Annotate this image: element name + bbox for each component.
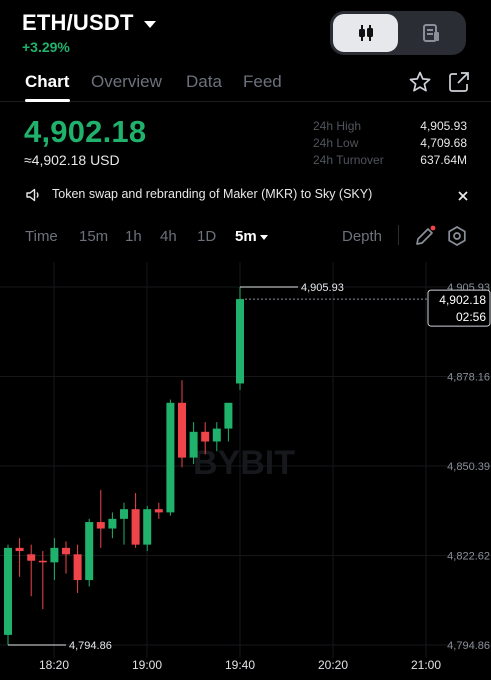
x-tick-label: 19:00 — [132, 658, 162, 672]
view-mode-switch — [330, 11, 466, 55]
stat-value: 4,905.93 — [420, 119, 467, 133]
watermark: BYBIT — [193, 444, 295, 482]
tab-bar: Chart Overview Data Feed — [0, 62, 491, 102]
candle-body — [62, 547, 70, 555]
last-price: 4,902.18 — [24, 114, 147, 149]
candle-body — [236, 299, 244, 384]
candle-body — [166, 402, 175, 513]
stat-label: 24h High — [313, 119, 362, 133]
candle-body — [120, 509, 128, 519]
timeframe-4h[interactable]: 4h — [160, 228, 177, 245]
top-header: ETH/USDT +3.29% — [0, 0, 491, 62]
stats-panel: 24h High 4,905.93 24h Low 4,709.68 24h T… — [313, 118, 467, 169]
tab-feed[interactable]: Feed — [243, 72, 282, 92]
candle-body — [73, 554, 82, 581]
document-icon — [422, 24, 439, 42]
stat-24h-turnover: 24h Turnover 637.64M — [313, 152, 467, 169]
candle-body — [212, 428, 221, 442]
tab-overview[interactable]: Overview — [91, 72, 162, 92]
low-marker-label: 4,794.86 — [69, 640, 112, 652]
price-chart[interactable]: BYBIT 4,905.93 4,878.16 4,850.39 4,822.62 4,… — [0, 258, 491, 680]
x-tick-label: 19:40 — [225, 658, 255, 672]
y-tick-label: 4,822.62 — [447, 551, 490, 563]
x-tick-label: 20:20 — [318, 658, 348, 672]
y-tick-label: 4,850.39 — [447, 461, 490, 473]
stat-24h-high: 24h High 4,905.93 — [313, 118, 467, 135]
x-tick-label: 18:20 — [39, 658, 69, 672]
timeframe-5m[interactable]: 5m — [235, 228, 268, 245]
candle-body — [201, 431, 210, 442]
x-tick-label: 21:00 — [411, 658, 441, 672]
candle-body — [131, 509, 140, 545]
candle-body — [38, 560, 47, 563]
draw-pencil-icon[interactable] — [413, 224, 437, 248]
speaker-icon — [26, 188, 39, 202]
countdown-tag: 02:56 — [456, 310, 486, 324]
timeframe-1d[interactable]: 1D — [197, 228, 216, 245]
candle-body — [143, 509, 152, 545]
timeframe-time[interactable]: Time — [25, 228, 58, 245]
last-price-usd: ≈4,902.18 USD — [24, 152, 120, 168]
candle-body — [224, 402, 233, 429]
candle-body — [50, 547, 59, 563]
star-icon[interactable] — [408, 70, 432, 94]
stat-label: 24h Low — [313, 136, 359, 150]
candle-body — [15, 547, 24, 552]
depth-toggle[interactable]: Depth — [342, 228, 382, 245]
stat-24h-low: 24h Low 4,709.68 — [313, 135, 467, 152]
stat-label: 24h Turnover — [313, 153, 384, 167]
chevron-down-icon — [259, 234, 268, 240]
chart-mode-button[interactable] — [333, 14, 398, 52]
high-marker-label: 4,905.93 — [301, 282, 344, 294]
close-icon[interactable] — [457, 190, 469, 202]
candle-body — [27, 554, 36, 561]
candle-body — [189, 431, 198, 458]
tab-data[interactable]: Data — [186, 72, 222, 92]
candlestick-chart-icon — [358, 25, 373, 41]
price-change: +3.29% — [22, 39, 70, 55]
y-tick-label: 4,794.86 — [447, 640, 490, 652]
candle-body — [85, 522, 94, 581]
settings-hex-icon[interactable] — [445, 224, 469, 248]
candle-body — [4, 547, 12, 635]
stat-value: 637.64M — [420, 153, 467, 167]
y-tick-label: 4,878.16 — [447, 372, 490, 384]
pair-selector[interactable]: ETH/USDT — [22, 10, 156, 36]
info-mode-button[interactable] — [398, 14, 463, 52]
share-icon[interactable] — [447, 70, 471, 94]
stat-value: 4,709.68 — [420, 136, 467, 150]
timeframe-1h[interactable]: 1h — [125, 228, 142, 245]
candle-body — [96, 522, 105, 529]
candle-body — [154, 509, 163, 513]
chevron-down-icon — [143, 20, 156, 28]
announcement-text: Token swap and rebranding of Maker (MKR)… — [52, 187, 373, 201]
announcement-banner[interactable]: Token swap and rebranding of Maker (MKR)… — [0, 180, 491, 210]
candle-body — [178, 402, 186, 458]
last-price-tag: 4,902.18 — [439, 293, 486, 307]
divider — [398, 225, 399, 245]
timeframe-bar: Time 15m 1h 4h 1D 5m Depth — [0, 220, 491, 252]
active-tab-indicator — [25, 99, 70, 102]
tab-chart[interactable]: Chart — [25, 72, 69, 92]
pair-title: ETH/USDT — [22, 10, 134, 35]
timeframe-5m-label: 5m — [235, 228, 257, 245]
timeframe-15m[interactable]: 15m — [79, 228, 108, 245]
candle-body — [108, 518, 117, 529]
